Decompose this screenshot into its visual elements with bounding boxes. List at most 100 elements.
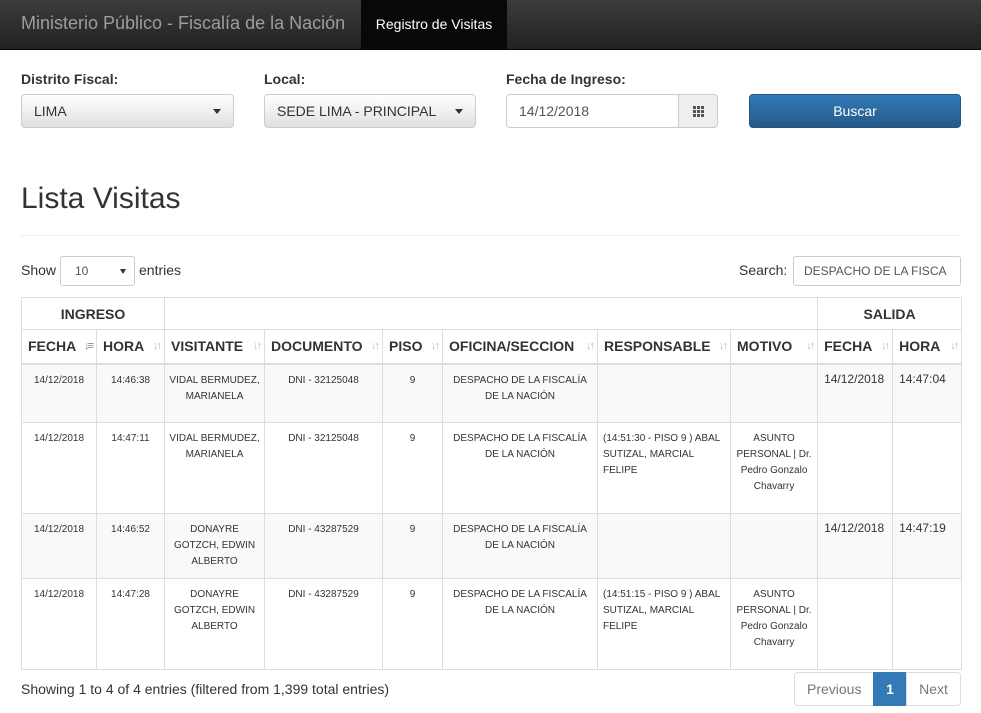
- cell-fecha: 14/12/2018: [21, 422, 97, 514]
- local-select[interactable]: SEDE LIMA - PRINCIPAL: [264, 94, 476, 128]
- sort-icon: ↓↑: [806, 340, 815, 352]
- show-label: Show: [21, 262, 57, 278]
- cell-oficina: DESPACHO DE LA FISCALÍA DE LA NACIÓN: [442, 363, 599, 423]
- table-row: 14/12/2018 14:47:11 VIDAL BERMUDEZ, MARI…: [21, 422, 963, 514]
- col-salida-fecha[interactable]: FECHA ↓↑: [817, 329, 894, 365]
- cell-salida-hora: 14:47:04: [892, 363, 963, 423]
- table-row: 14/12/2018 14:47:28 DONAYRE GOTZCH, EDWI…: [21, 578, 963, 670]
- cell-fecha: 14/12/2018: [21, 363, 97, 423]
- cell-documento: DNI - 32125048: [264, 363, 384, 423]
- page-1-button[interactable]: 1: [873, 672, 907, 706]
- caret-down-icon: [455, 109, 463, 114]
- fecha-label: Fecha de Ingreso:: [506, 71, 626, 87]
- cell-documento: DNI - 32125048: [264, 422, 384, 514]
- fecha-input[interactable]: 14/12/2018: [506, 94, 679, 128]
- cell-salida-fecha: [817, 578, 894, 670]
- calendar-grid-icon: [693, 106, 704, 117]
- col-salida-hora[interactable]: HORA ↓↑: [892, 329, 963, 365]
- cell-visitante: VIDAL BERMUDEZ, MARIANELA: [164, 422, 266, 514]
- table-row: 14/12/2018 14:46:52 DONAYRE GOTZCH, EDWI…: [21, 513, 963, 579]
- page-title: Lista Visitas: [21, 182, 181, 215]
- table-info: Showing 1 to 4 of 4 entries (filtered fr…: [21, 681, 390, 697]
- cell-motivo: [730, 513, 819, 579]
- cell-documento: DNI - 43287529: [264, 578, 384, 670]
- cell-piso: 9: [382, 513, 444, 579]
- local-label: Local:: [264, 71, 306, 87]
- cell-hora: 14:46:38: [95, 363, 166, 423]
- previous-button[interactable]: Previous: [794, 672, 874, 706]
- group-header-row: INGRESO SALIDA: [20, 297, 963, 330]
- search-input[interactable]: DESPACHO DE LA FISCA: [793, 256, 961, 286]
- distrito-value: LIMA: [34, 103, 67, 119]
- column-header-row: FECHA ↓≡ HORA ↓↑ VISITANTE ↓↑ DOCUMENTO ↓↑ P…: [21, 329, 963, 365]
- col-responsable[interactable]: RESPONSABLE ↓↑: [597, 329, 732, 365]
- cell-salida-fecha: [817, 422, 894, 514]
- entries-label: entries: [139, 262, 182, 278]
- cell-oficina: DESPACHO DE LA FISCALÍA DE LA NACIÓN: [442, 513, 599, 579]
- sort-icon: ↓↑: [153, 340, 162, 352]
- cell-salida-hora: 14:47:19: [892, 513, 963, 579]
- nav-tab-registro-visitas[interactable]: Registro de Visitas: [361, 0, 507, 50]
- cell-fecha: 14/12/2018: [21, 513, 97, 579]
- cell-hora: 14:47:28: [95, 578, 166, 670]
- col-hora[interactable]: HORA ↓↑: [95, 329, 166, 365]
- cell-salida-fecha: 14/12/2018: [817, 363, 894, 423]
- col-documento[interactable]: DOCUMENTO ↓↑: [264, 329, 384, 365]
- cell-motivo: [730, 363, 819, 423]
- caret-down-icon: [120, 269, 126, 274]
- group-ingreso: INGRESO: [20, 297, 166, 330]
- entries-select[interactable]: 10: [60, 256, 135, 286]
- cell-hora: 14:46:52: [95, 513, 166, 579]
- sort-icon: ↓↑: [719, 340, 728, 352]
- pagination: Previous 1 Next: [794, 672, 961, 706]
- cell-documento: DNI - 43287529: [264, 513, 384, 579]
- distrito-select[interactable]: LIMA: [21, 94, 234, 128]
- cell-visitante: DONAYRE GOTZCH, EDWIN ALBERTO: [164, 578, 266, 670]
- distrito-label: Distrito Fiscal:: [21, 71, 119, 87]
- group-blank: [164, 297, 819, 330]
- sort-icon: ↓↑: [253, 340, 262, 352]
- entries-value: 10: [75, 264, 89, 278]
- group-salida: SALIDA: [817, 297, 963, 330]
- col-piso[interactable]: PISO ↓↑: [382, 329, 444, 365]
- cell-piso: 9: [382, 578, 444, 670]
- cell-salida-fecha: 14/12/2018: [817, 513, 894, 579]
- cell-responsable: [597, 513, 732, 579]
- col-motivo[interactable]: MOTIVO ↓↑: [730, 329, 819, 365]
- brand-title[interactable]: Ministerio Público - Fiscalía de la Naci…: [21, 13, 345, 34]
- table-row: 14/12/2018 14:46:38 VIDAL BERMUDEZ, MARI…: [21, 363, 963, 423]
- col-fecha[interactable]: FECHA ↓≡: [21, 329, 97, 365]
- visitas-table: INGRESO SALIDA FECHA ↓≡ HORA ↓↑ VISITANTE ↓…: [20, 297, 963, 670]
- local-value: SEDE LIMA - PRINCIPAL: [277, 103, 437, 119]
- col-visitante[interactable]: VISITANTE ↓↑: [164, 329, 266, 365]
- next-button[interactable]: Next: [906, 672, 961, 706]
- sort-icon: ↓≡: [84, 340, 94, 352]
- sort-icon: ↓↑: [586, 340, 595, 352]
- caret-down-icon: [213, 109, 221, 114]
- buscar-button[interactable]: Buscar: [749, 94, 961, 128]
- search-label: Search:: [739, 262, 788, 278]
- cell-oficina: DESPACHO DE LA FISCALÍA DE LA NACIÓN: [442, 578, 599, 670]
- cell-salida-hora: [892, 578, 963, 670]
- cell-visitante: DONAYRE GOTZCH, EDWIN ALBERTO: [164, 513, 266, 579]
- cell-piso: 9: [382, 422, 444, 514]
- divider: [21, 235, 961, 236]
- cell-fecha: 14/12/2018: [21, 578, 97, 670]
- sort-icon: ↓↑: [881, 340, 890, 352]
- cell-hora: 14:47:11: [95, 422, 166, 514]
- navbar: Ministerio Público - Fiscalía de la Naci…: [0, 0, 981, 50]
- date-picker-button[interactable]: [678, 94, 718, 128]
- cell-responsable: (14:51:15 - PISO 9 ) ABAL SUTIZAL, MARCI…: [597, 578, 732, 670]
- cell-piso: 9: [382, 363, 444, 423]
- col-oficina[interactable]: OFICINA/SECCION ↓↑: [442, 329, 599, 365]
- cell-motivo: ASUNTO PERSONAL | Dr. Pedro Gonzalo Chav…: [730, 422, 819, 514]
- sort-icon: ↓↑: [950, 340, 959, 352]
- cell-visitante: VIDAL BERMUDEZ, MARIANELA: [164, 363, 266, 423]
- cell-motivo: ASUNTO PERSONAL | Dr. Pedro Gonzalo Chav…: [730, 578, 819, 670]
- cell-responsable: (14:51:30 - PISO 9 ) ABAL SUTIZAL, MARCI…: [597, 422, 732, 514]
- cell-responsable: [597, 363, 732, 423]
- sort-icon: ↓↑: [371, 340, 380, 352]
- cell-oficina: DESPACHO DE LA FISCALÍA DE LA NACIÓN: [442, 422, 599, 514]
- cell-salida-hora: [892, 422, 963, 514]
- sort-icon: ↓↑: [431, 340, 440, 352]
